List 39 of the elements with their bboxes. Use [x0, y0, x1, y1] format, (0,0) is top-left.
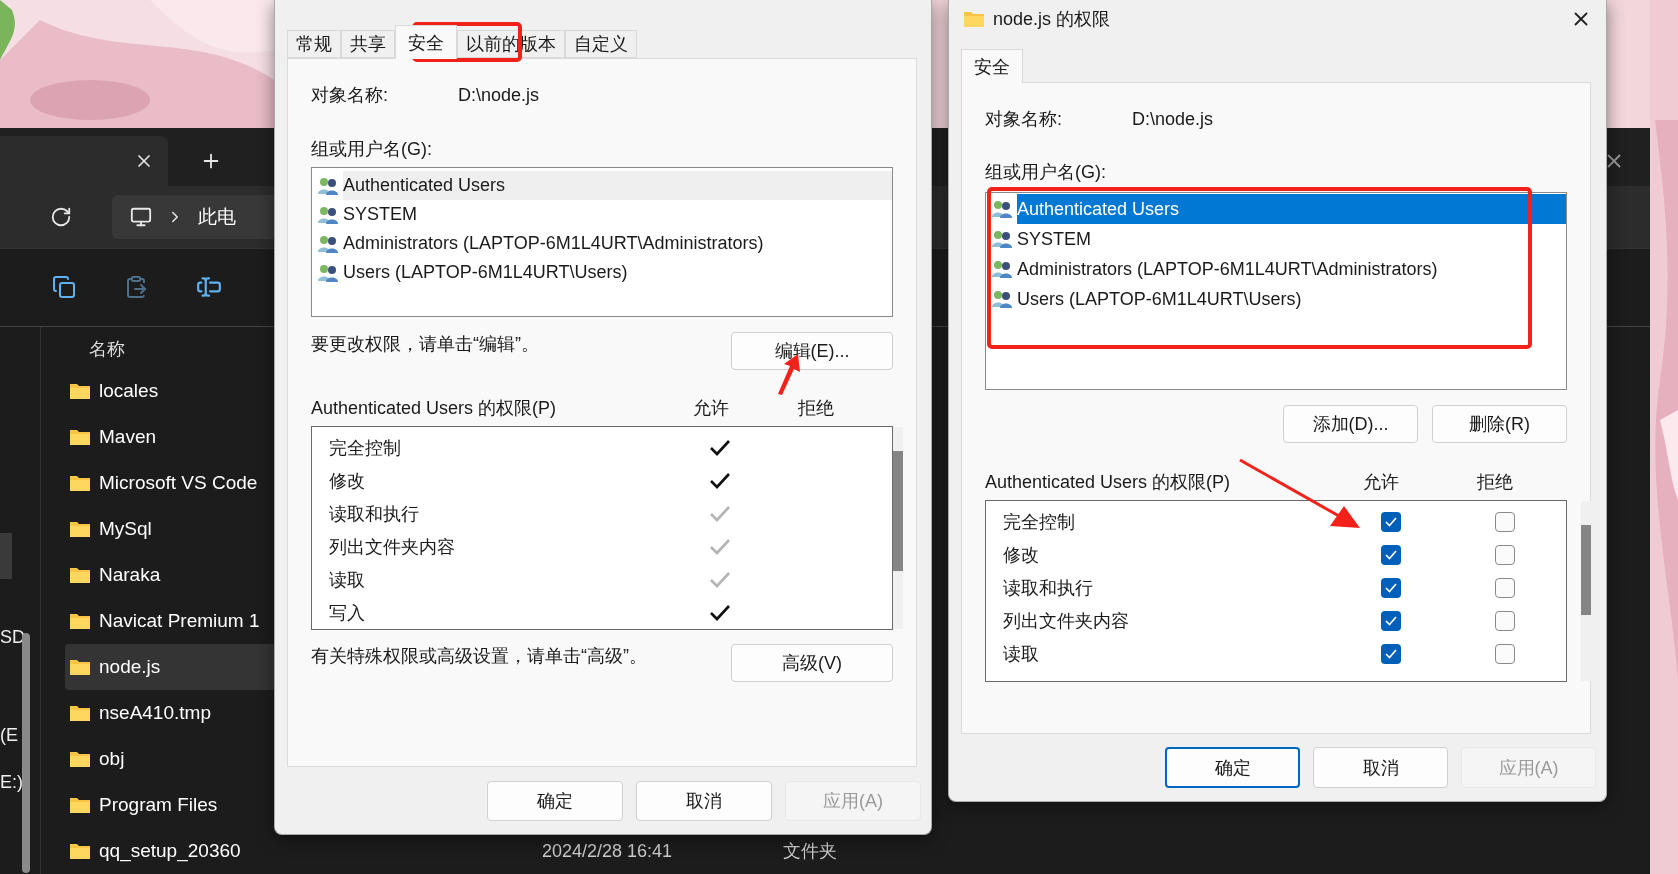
deny-header: 拒绝	[797, 397, 835, 420]
permissions-label: Authenticated Users 的权限(P)	[985, 471, 1232, 494]
permission-name: 读取和执行	[1003, 576, 1094, 600]
permission-name: 修改	[329, 469, 366, 493]
date-cell-text: 2024/2/28 16:41	[542, 840, 674, 862]
permission-name: 写入	[329, 601, 366, 625]
file-name: Program Files	[99, 794, 218, 816]
file-name: obj	[99, 748, 125, 770]
object-label: 对象名称:	[985, 108, 1063, 131]
file-name: locales	[99, 380, 159, 402]
file-name: Naraka	[99, 564, 161, 586]
window-title: node.js 的权限	[993, 8, 1112, 31]
file-name: node.js	[99, 656, 161, 678]
file-name: nseA410.tmp	[99, 702, 211, 724]
permission-name: 完全控制	[329, 436, 402, 460]
object-value: D:\node.js	[458, 84, 540, 106]
permission-name: 列出文件夹内容	[329, 535, 456, 559]
file-name: Maven	[99, 426, 157, 448]
allow-header: 允许	[692, 397, 730, 420]
permission-name: 读取	[1003, 642, 1040, 666]
edit-hint: 要更改权限，请单击“编辑”。	[311, 333, 539, 356]
object-label: 对象名称:	[311, 84, 389, 107]
permission-name: 读取和执行	[329, 502, 420, 526]
permissions-label: Authenticated Users 的权限(P)	[311, 397, 558, 420]
permission-name: 修改	[1003, 543, 1040, 567]
file-name: qq_setup_20360	[99, 840, 241, 862]
object-value: D:\node.js	[1132, 108, 1214, 130]
type-cell-text: 文件夹	[783, 840, 838, 863]
advanced-hint: 有关特殊权限或高级设置，请单击“高级”。	[311, 645, 647, 668]
file-name: MySql	[99, 518, 152, 540]
file-name: Microsoft VS Code	[99, 472, 258, 494]
group-label: 组或用户名(G):	[311, 138, 433, 161]
permission-name: 读取	[329, 568, 366, 592]
allow-header: 允许	[1362, 471, 1400, 494]
file-name: Navicat Premium 1	[99, 610, 260, 632]
permission-name: 完全控制	[1003, 510, 1076, 534]
group-label: 组或用户名(G):	[985, 161, 1107, 184]
permission-name: 列出文件夹内容	[1003, 609, 1130, 633]
deny-header: 拒绝	[1476, 471, 1514, 494]
